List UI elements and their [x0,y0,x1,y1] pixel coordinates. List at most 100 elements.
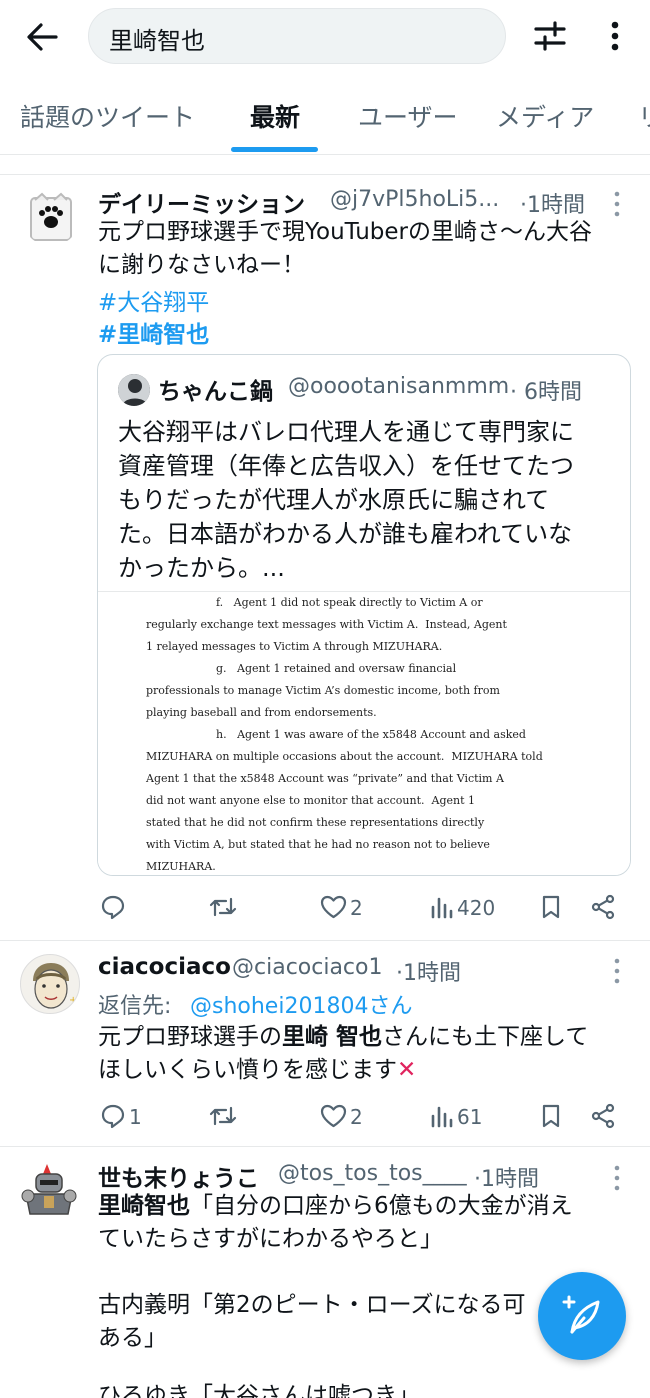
share-icon [591,1103,615,1129]
tab-media[interactable]: メディア [496,98,594,134]
display-name[interactable]: ciacociaco [98,954,231,980]
doc-line: professionals to manage Victim A’s domes… [146,684,500,697]
views-count: 61 [457,1105,483,1129]
doc-line: playing baseball and from endorsements. [146,706,377,719]
like-count: 2 [350,896,363,920]
timeline-top-divider [0,174,650,175]
quoted-tweet-card[interactable]: ちゃんこ鍋 @ooootanisanmmm · 6時間 大谷翔平はバレロ代理人を… [97,354,631,876]
doc-line: 1 relayed messages to Victim A through M… [146,640,443,653]
tweet-time[interactable]: ·1時間 [520,187,585,219]
tweet-text-line: ほしいくらい憤りを感じます✕ [98,1054,416,1087]
doc-line: Agent 1 that the x5848 Account was “priv… [146,772,504,785]
search-query: 里崎智也 [109,27,205,55]
reply-count: 1 [129,1105,142,1129]
doc-line: did not want anyone else to monitor that… [146,794,475,807]
user-handle[interactable]: @ciacociaco1 [232,955,383,980]
bookmark-button[interactable] [541,894,561,920]
armored-character-avatar-icon [21,1164,77,1215]
tab-people[interactable]: ユーザー [358,98,458,134]
doc-line: stated that he did not confirm these rep… [146,816,485,829]
filter-sliders-icon [534,21,566,51]
back-arrow-icon [27,23,58,51]
svg-text:+: + [69,995,77,1006]
tweet-text-line: 里崎智也「自分の口座から6億もの大金が消え [98,1190,573,1223]
tweet-text-segment: 元プロ野球選手の [98,1024,282,1050]
tweet-more-button[interactable] [610,190,624,218]
avatar[interactable]: + [20,954,80,1014]
reply-button[interactable] [100,1103,126,1129]
drawn-face-avatar-icon: + [33,963,77,1009]
bookmark-icon [542,895,560,919]
views-icon [431,897,453,919]
share-button[interactable] [590,894,616,920]
tweet-text-line: ていたらさすがにわかるやろと」 [98,1226,443,1252]
back-button[interactable] [26,22,58,52]
reply-icon [101,1104,125,1129]
quote-display-name: ちゃんこ鍋 [158,379,273,405]
hashtag-link[interactable]: #大谷翔平 [98,283,209,317]
tab-top[interactable]: 話題のツイート [20,98,195,134]
doc-line: MIZUHARA. [146,860,216,873]
more-vertical-icon [614,958,620,984]
doc-line: f. Agent 1 did not speak directly to Vic… [216,596,483,609]
retweet-button[interactable] [208,895,238,919]
share-button[interactable] [590,1103,616,1129]
views-button[interactable] [430,895,454,919]
retweet-icon [209,1106,237,1126]
active-tab-indicator [231,147,318,152]
tweet-text-highlight: 里崎智也 [98,1193,190,1219]
tweet-text-segment: ほしいくらい憤りを感じます [98,1057,397,1083]
search-input[interactable]: 里崎智也 [88,8,506,64]
reply-prefix: 返信先: [98,994,172,1019]
doc-line: h. Agent 1 was aware of the x5848 Accoun… [216,728,526,741]
reply-icon [101,895,125,920]
display-name[interactable]: 世も末りょうこ [98,1159,259,1193]
doc-line: with Victim A, but stated that he had no… [146,838,490,851]
avatar[interactable] [18,1160,80,1222]
bookmark-button[interactable] [541,1103,561,1129]
quote-text-line: かったから。... [118,554,285,582]
views-icon [431,1106,453,1128]
tweet-time[interactable]: ·1時間 [474,1161,539,1193]
like-button[interactable] [320,894,347,920]
tweet-more-button[interactable] [610,1164,624,1192]
tweet-text-line: 元プロ野球選手の里崎 智也さんにも土下座して [98,1021,588,1054]
more-vertical-icon [614,1165,620,1191]
quote-avatar [118,374,150,406]
tab-lists[interactable]: リ [638,98,650,134]
tweet-time[interactable]: ·1時間 [396,955,461,987]
quote-handle: @ooootanisanmmm [288,374,510,399]
quote-text-line: た。日本語がわかる人が誰も雇われていな [118,520,573,548]
user-handle[interactable]: @tos_tos_tos____ [278,1161,467,1186]
tweet-text-line: 元プロ野球選手で現YouTuberの里崎さ〜ん大谷 [98,219,592,245]
tweet-text-line: 古内義明「第2のピート・ローズになる可 [98,1292,526,1318]
doc-line: MIZUHARA on multiple occasions about the… [146,750,543,763]
tweet-text-line: ある」 [98,1325,167,1351]
tweet-text-segment: さんにも土下座して [382,1024,589,1050]
tab-latest[interactable]: 最新 [250,98,300,134]
avatar[interactable] [22,188,80,246]
person-avatar-icon [118,374,150,406]
tabs-divider [0,154,650,155]
tweet-text-line: ひろゆき「大谷さんは嘘つき」 [98,1383,420,1398]
bookmark-icon [542,1104,560,1128]
tweet-text-highlight: 里崎 智也 [282,1024,383,1050]
like-icon [320,1104,347,1128]
quote-document-image[interactable]: f. Agent 1 did not speak directly to Vic… [98,592,630,875]
tweet-more-button[interactable] [610,957,624,985]
reply-to-link[interactable]: @shohei201804さん [190,988,412,1020]
compose-tweet-button[interactable] [538,1272,626,1360]
display-name[interactable]: デイリーミッション [98,185,305,219]
like-button[interactable] [320,1103,347,1129]
search-filter-button[interactable] [533,20,567,52]
views-button[interactable] [430,1104,454,1128]
user-handle[interactable]: @j7vPl5hoLi5... [330,187,499,212]
retweet-button[interactable] [208,1104,238,1128]
tweet-text-segment: 「自分の口座から6億もの大金が消え [190,1193,573,1219]
hashtag-link[interactable]: #里崎智也 [98,315,209,349]
quote-time: · 6時間 [510,380,582,405]
quote-text-line: もりだったが代理人が水原氏に騙されて [118,486,550,514]
tweet-divider [0,1146,650,1147]
more-options-button[interactable] [606,20,624,52]
reply-button[interactable] [100,894,126,920]
